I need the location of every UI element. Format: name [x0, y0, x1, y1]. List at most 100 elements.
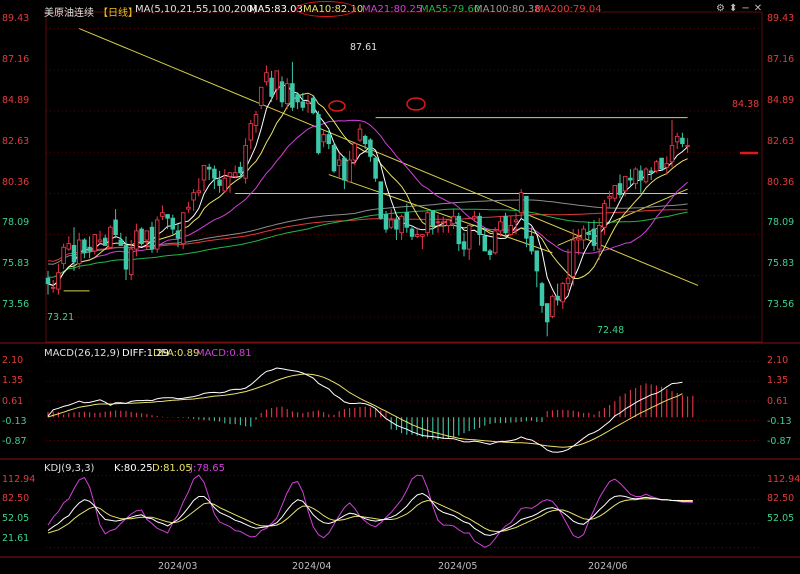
macd-dea: DEA:0.89 — [153, 348, 200, 359]
kdj-axis-left: 21.61 — [2, 533, 30, 544]
candle-body — [430, 210, 436, 226]
candle-body — [685, 145, 690, 147]
candle-body — [518, 192, 524, 214]
candle-body — [123, 245, 129, 270]
candle-body — [342, 157, 347, 181]
candle-body — [305, 101, 311, 105]
settings-icon[interactable]: ⚙ — [716, 3, 729, 14]
kdj-axis-left: 82.50 — [2, 493, 30, 504]
candle-body — [622, 175, 628, 192]
candle-body — [154, 219, 160, 250]
candle-body — [451, 215, 456, 225]
candle-body — [128, 248, 134, 275]
legend-ma21: MA21:80.25 — [362, 4, 423, 15]
candle-body — [300, 101, 306, 108]
candle-body — [357, 128, 363, 141]
candle-body — [66, 243, 72, 250]
macd-axis-right: 2.10 — [767, 355, 789, 366]
candle-body — [503, 215, 508, 234]
candle-body — [544, 303, 550, 323]
macd-axis-left: -0.13 — [2, 416, 27, 427]
candle-body — [186, 206, 191, 210]
ma10-highlight-ring — [296, 1, 356, 17]
candle-body — [394, 219, 399, 230]
candle-body — [612, 185, 618, 199]
axis-right-tick: 82.63 — [767, 136, 795, 147]
last-price-label: 84.38 — [732, 99, 760, 110]
kdj-k: K:80.25 — [114, 463, 153, 474]
candle-body — [310, 97, 316, 114]
candle-body — [347, 159, 352, 183]
macd-value: MACD:0.81 — [196, 348, 252, 359]
candle-body — [560, 283, 566, 303]
ma-params: MA(5,10,21,55,100,200) — [135, 4, 257, 15]
candle-body — [477, 215, 482, 235]
macd-axis-right: 1.35 — [767, 375, 789, 386]
kdj-d: D:81.05 — [152, 463, 192, 474]
axis-left-tick: 80.36 — [2, 177, 30, 188]
candle-body — [71, 245, 77, 263]
candle-body — [539, 283, 545, 306]
candle-body — [654, 161, 659, 172]
candle-body — [498, 221, 503, 232]
candle-body — [472, 215, 477, 219]
legend-ma200: MA200:79.04 — [535, 4, 602, 15]
kdj-axis-left: 112.94 — [2, 474, 36, 485]
minus-icon[interactable]: − — [741, 3, 753, 14]
legend-ma5: MA5:83.03 — [249, 4, 303, 15]
candle-body — [669, 145, 675, 163]
candle-body — [638, 170, 644, 181]
close-icon[interactable]: ✕ — [754, 3, 766, 14]
tool-icon[interactable]: ⬍ — [729, 3, 741, 14]
candle-body — [196, 190, 202, 194]
candle-body — [456, 215, 462, 245]
instrument-name: 美原油连续 — [44, 8, 94, 19]
candle-body — [399, 215, 404, 234]
candle-body — [555, 295, 560, 301]
candle-body — [388, 219, 394, 228]
candle-body — [170, 217, 176, 230]
axis-right-tick: 84.89 — [767, 95, 795, 106]
candle-body — [440, 221, 446, 224]
low-price-label-left: 73.21 — [47, 312, 75, 323]
candle-body — [576, 237, 581, 241]
candle-body — [409, 228, 415, 237]
legend-ma55: MA55:79.60 — [420, 4, 481, 15]
candle-body — [492, 230, 498, 254]
candle-body — [420, 234, 425, 237]
candle-body — [513, 219, 519, 223]
candle-body — [165, 214, 170, 219]
candle-body — [258, 86, 264, 106]
date-tick: 2024/05 — [438, 561, 478, 572]
candle-body — [446, 219, 451, 226]
candle-body — [659, 157, 664, 170]
candle-body — [680, 137, 685, 145]
candle-body — [175, 230, 181, 239]
candle-body — [295, 94, 300, 103]
date-tick: 2024/03 — [158, 561, 198, 572]
kline-chart[interactable] — [0, 0, 800, 574]
candle-body — [487, 250, 493, 255]
candle-body — [134, 230, 139, 250]
candle-body — [279, 81, 285, 103]
axis-right-tick: 80.36 — [767, 177, 795, 188]
date-tick: 2024/06 — [588, 561, 628, 572]
axis-left-tick: 78.09 — [2, 217, 30, 228]
axis-left-tick: 73.56 — [2, 299, 30, 310]
candle-body — [404, 212, 410, 228]
candle-body — [581, 228, 586, 241]
axis-left-tick: 84.89 — [2, 95, 30, 106]
macd-axis-right: 0.61 — [767, 396, 789, 407]
candle-body — [674, 135, 680, 143]
toolbar-icons: ⚙⬍−✕ — [716, 3, 766, 14]
candle-body — [248, 123, 254, 141]
period-label[interactable]: 【日线】 — [98, 4, 138, 19]
candle-body — [284, 83, 290, 105]
date-tick: 2024/04 — [292, 561, 332, 572]
axis-right-tick: 75.83 — [767, 258, 795, 269]
candle-body — [274, 70, 280, 90]
candle-body — [529, 235, 534, 252]
candle-body — [461, 241, 467, 250]
candle-body — [191, 192, 196, 201]
candle-body — [227, 172, 233, 177]
